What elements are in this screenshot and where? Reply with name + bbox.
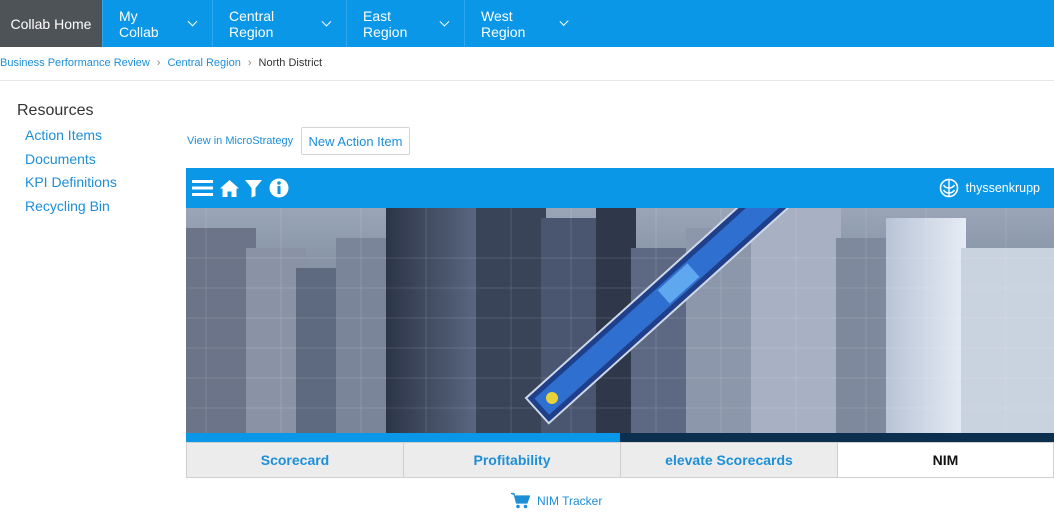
chevron-down-icon xyxy=(187,16,198,27)
breadcrumb-link-business-performance[interactable]: Business Performance Review xyxy=(0,57,150,69)
sidebar-item-recycling-bin[interactable]: Recycling Bin xyxy=(25,198,117,222)
breadcrumb-current: North District xyxy=(258,57,323,69)
breadcrumb-separator-icon: › xyxy=(156,57,161,69)
sidebar-item-kpi-definitions[interactable]: KPI Definitions xyxy=(25,174,117,198)
dashboard-tabs: Scorecard Profitability elevate Scorecar… xyxy=(186,433,1054,478)
view-in-microstrategy-link[interactable]: View in MicroStrategy xyxy=(187,135,293,147)
dashboard-toolbar: thyssenkrupp xyxy=(186,168,1054,208)
filter-icon[interactable] xyxy=(244,168,263,208)
chevron-down-icon xyxy=(321,16,332,27)
tab-scorecard[interactable]: Scorecard xyxy=(186,442,404,478)
home-icon[interactable] xyxy=(219,168,240,208)
menu-icon[interactable] xyxy=(192,168,213,208)
sidebar-item-documents[interactable]: Documents xyxy=(25,151,117,175)
brand-name: thyssenkrupp xyxy=(965,181,1040,195)
tab-profitability[interactable]: Profitability xyxy=(403,442,621,478)
nav-collab-home[interactable]: Collab Home xyxy=(0,0,103,47)
nim-tracker-link[interactable]: NIM Tracker xyxy=(511,492,602,509)
nav-west-region-label: West Region xyxy=(481,7,526,40)
breadcrumb-link-central-region[interactable]: Central Region xyxy=(167,57,240,69)
breadcrumb-separator-icon: › xyxy=(247,57,252,69)
nav-my-collab[interactable]: My Collab xyxy=(103,0,213,47)
tab-indicator-strip-dark xyxy=(620,433,1054,442)
sidebar-title: Resources xyxy=(17,102,94,119)
new-action-item-button[interactable]: New Action Item xyxy=(301,127,410,155)
sidebar-list: Action Items Documents KPI Definitions R… xyxy=(25,127,117,222)
thyssenkrupp-emblem-icon xyxy=(939,178,958,198)
chevron-down-icon xyxy=(559,16,569,27)
chevron-down-icon xyxy=(439,16,450,27)
nav-central-region-label: Central Region xyxy=(229,7,275,40)
nim-tracker-label: NIM Tracker xyxy=(537,493,603,508)
thyssenkrupp-logo: thyssenkrupp xyxy=(939,168,1040,208)
nav-east-region-label: East Region xyxy=(363,7,408,40)
nav-central-region[interactable]: Central Region xyxy=(213,0,347,47)
breadcrumb: Business Performance Review › Central Re… xyxy=(0,57,322,69)
tab-nim[interactable]: NIM xyxy=(837,442,1054,478)
top-navigation: Collab Home My Collab Central Region Eas… xyxy=(0,0,1054,47)
tab-indicator-strip xyxy=(186,433,620,442)
info-icon[interactable] xyxy=(269,168,289,208)
nav-west-region[interactable]: West Region xyxy=(465,0,583,47)
sidebar-item-action-items[interactable]: Action Items xyxy=(25,127,117,151)
header-divider xyxy=(0,80,1054,81)
banner-image xyxy=(186,208,1054,434)
nav-my-collab-label: My Collab xyxy=(119,7,159,40)
nav-collab-home-label: Collab Home xyxy=(10,15,92,32)
cart-icon xyxy=(511,492,530,509)
nav-east-region[interactable]: East Region xyxy=(347,0,465,47)
tab-elevate-scorecards[interactable]: elevate Scorecards xyxy=(620,442,838,478)
